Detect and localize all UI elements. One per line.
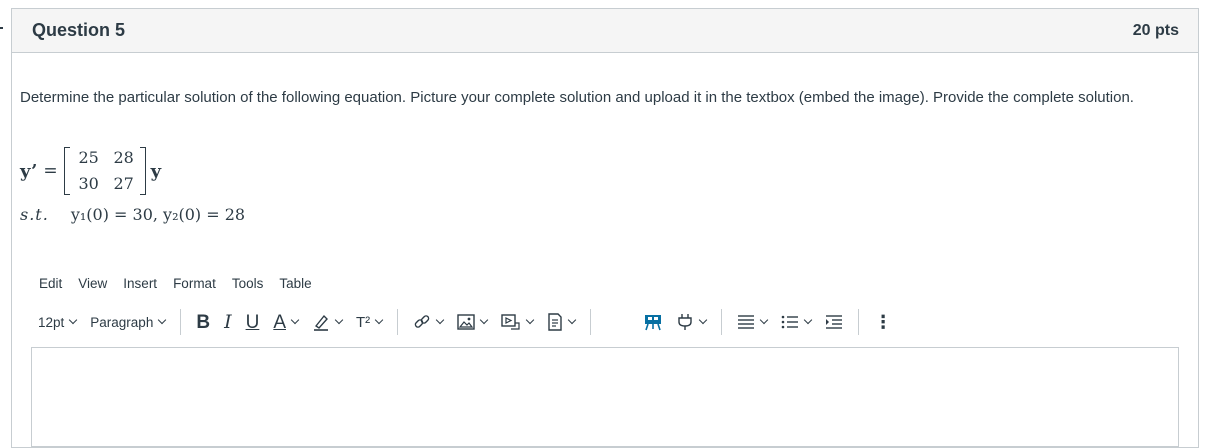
- more-icon: ⋮: [874, 311, 893, 332]
- equation-lhs: y’: [20, 160, 38, 182]
- chevron-down-icon: [69, 315, 78, 325]
- align-button[interactable]: [730, 308, 774, 336]
- chevron-down-icon: [803, 315, 813, 325]
- chevron-down-icon: [435, 315, 445, 325]
- menu-tools[interactable]: Tools: [224, 272, 272, 295]
- block-format-select[interactable]: Paragraph: [83, 308, 172, 336]
- highlight-color-button[interactable]: [305, 308, 349, 336]
- italic-button[interactable]: I: [217, 308, 239, 336]
- list-icon: [781, 315, 799, 329]
- matrix-cell: 27: [113, 174, 134, 193]
- initial-conditions: y₁(0) = 30, y₂(0) = 28: [70, 205, 246, 224]
- highlighter-icon: [314, 314, 328, 331]
- font-size-select[interactable]: 12pt: [31, 308, 83, 336]
- initial-conditions-row: s.t. y₁(0) = 30, y₂(0) = 28: [20, 205, 245, 224]
- superscript-icon: T²: [356, 313, 371, 331]
- toolbar-divider: [721, 309, 723, 335]
- list-button[interactable]: [774, 308, 818, 336]
- italic-icon: I: [224, 310, 232, 333]
- chevron-down-icon: [759, 315, 769, 325]
- question-points: 20 pts: [1132, 21, 1179, 39]
- such-that-label: s.t.: [20, 205, 49, 224]
- question-header: Question 5 20 pts: [12, 9, 1198, 53]
- equation-rhs: y: [150, 160, 162, 182]
- left-edge-marker: [0, 27, 3, 29]
- media-icon: [501, 314, 520, 330]
- chevron-down-icon: [698, 315, 708, 325]
- coefficient-matrix: 25 28 30 27: [63, 147, 146, 195]
- image-icon: [457, 314, 475, 330]
- chevron-down-icon: [567, 315, 577, 325]
- link-button[interactable]: [406, 308, 450, 336]
- bold-button[interactable]: B: [189, 308, 217, 336]
- question-title: Question 5: [32, 20, 126, 40]
- superscript-button[interactable]: T²: [349, 308, 389, 336]
- document-button[interactable]: [540, 308, 582, 336]
- indent-icon: [826, 315, 843, 329]
- menu-insert[interactable]: Insert: [115, 272, 165, 295]
- menu-view[interactable]: View: [70, 272, 115, 295]
- matrix-cell: 28: [113, 148, 134, 167]
- text-color-icon: A: [273, 311, 286, 333]
- editor-menubar: Edit View Insert Format Tools Table: [31, 272, 320, 295]
- document-icon: [548, 313, 562, 331]
- rich-text-editor[interactable]: [31, 347, 1179, 447]
- apps-button[interactable]: [637, 308, 669, 336]
- menu-format[interactable]: Format: [165, 272, 224, 295]
- image-button[interactable]: [450, 308, 494, 336]
- menu-table[interactable]: Table: [271, 272, 319, 295]
- matrix-cell: 25: [78, 148, 99, 167]
- bold-icon: B: [196, 311, 211, 333]
- toolbar-divider: [858, 309, 860, 335]
- chevron-down-icon: [158, 315, 167, 325]
- plug-icon: [678, 314, 692, 330]
- align-icon: [738, 315, 755, 329]
- text-color-button[interactable]: A: [266, 308, 305, 336]
- more-button[interactable]: ⋮: [867, 308, 899, 336]
- font-size-value: 12pt: [38, 314, 65, 330]
- toolbar-divider: [590, 309, 592, 335]
- equals-sign: =: [43, 161, 58, 181]
- menu-edit[interactable]: Edit: [31, 272, 70, 295]
- block-format-value: Paragraph: [90, 314, 154, 330]
- chevron-down-icon: [479, 315, 489, 325]
- question-prompt: Determine the particular solution of the…: [20, 89, 1134, 106]
- link-icon: [414, 315, 430, 328]
- toolbar-divider: [180, 309, 182, 335]
- underline-icon: U: [245, 311, 260, 333]
- chevron-down-icon: [374, 315, 384, 325]
- chevron-down-icon: [334, 315, 344, 325]
- plugins-button[interactable]: [669, 308, 713, 336]
- chevron-down-icon: [290, 315, 300, 325]
- toolbar-divider: [397, 309, 399, 335]
- equation-block: y’ = 25 28 30 27 y s.t. y₁(0) = 30, y₂(0…: [20, 145, 245, 224]
- indent-button[interactable]: [818, 308, 850, 336]
- matrix-cell: 30: [78, 174, 99, 193]
- apps-icon: [645, 315, 662, 331]
- underline-button[interactable]: U: [239, 308, 267, 336]
- media-button[interactable]: [494, 308, 540, 336]
- equation-row: y’ = 25 28 30 27 y: [20, 145, 245, 197]
- editor-toolbar: 12pt Paragraph B I U A T² ⋮: [31, 307, 899, 337]
- chevron-down-icon: [525, 315, 535, 325]
